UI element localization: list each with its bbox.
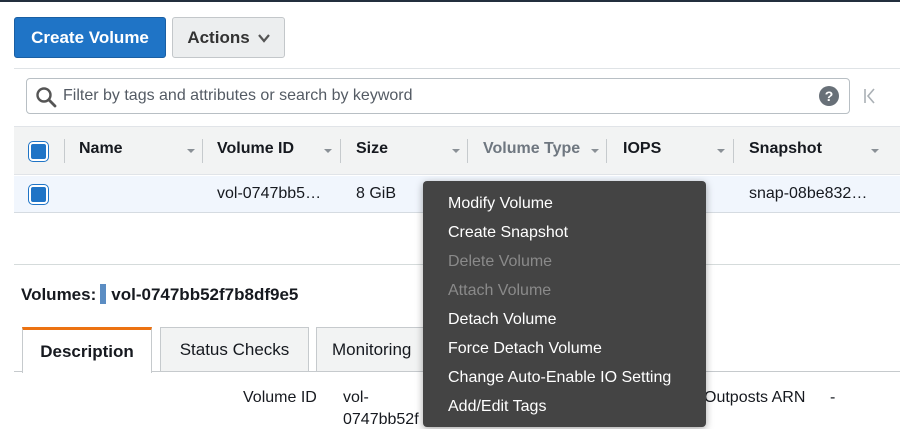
column-divider [202,139,203,163]
first-page-icon[interactable] [862,86,878,106]
tab-status-checks[interactable]: Status Checks [160,327,309,372]
outposts-arn-value: - [830,389,836,406]
sort-arrow-icon[interactable] [186,147,196,155]
sort-arrow-icon[interactable] [870,147,880,155]
actions-button[interactable]: Actions [172,17,285,58]
details-title: Volumes: vol-0747bb52f7b8df9e5 [21,284,298,305]
details-title-prefix: Volumes: [21,285,97,304]
toolbar-divider [14,68,900,69]
menu-item-change-auto-enable-io[interactable]: Change Auto-Enable IO Setting [423,363,706,392]
sort-arrow-icon[interactable] [323,147,333,155]
column-header-iops[interactable]: IOPS [623,140,661,158]
column-header-volume-id[interactable]: Volume ID [217,140,294,158]
select-all-checkbox[interactable] [29,142,48,161]
table-header: Name Volume ID Size Volume Type IOPS Sna… [14,126,900,175]
title-accent-bar [100,284,107,304]
menu-item-force-detach-volume[interactable]: Force Detach Volume [423,334,706,363]
details-title-id: vol-0747bb52f7b8df9e5 [111,285,299,304]
create-volume-label: Create Volume [31,27,149,47]
cell-volume-id: vol-0747bb5… [217,185,322,202]
tab-description[interactable]: Description [22,327,152,373]
tab-monitoring-label: Monitoring [332,339,412,359]
column-divider [606,139,607,163]
column-header-name[interactable]: Name [79,140,123,158]
menu-item-modify-volume[interactable]: Modify Volume [423,189,706,218]
outposts-arn-label: Outposts ARN [704,389,806,406]
column-divider [733,139,734,163]
sort-arrow-icon[interactable] [590,147,600,155]
filter-box[interactable] [26,78,850,114]
column-header-size[interactable]: Size [356,140,388,158]
chevron-down-icon [257,33,270,43]
search-icon [36,87,57,108]
menu-item-detach-volume[interactable]: Detach Volume [423,305,706,334]
volume-id-value-line1: vol- [343,389,369,406]
column-divider [340,139,341,163]
menu-item-create-snapshot[interactable]: Create Snapshot [423,218,706,247]
column-header-volume-type[interactable]: Volume Type [483,140,580,158]
cell-size: 8 GiB [356,185,397,202]
sort-arrow-icon[interactable] [716,147,726,155]
row-checkbox[interactable] [29,185,48,204]
filter-input[interactable] [63,83,823,109]
help-icon[interactable]: ? [819,86,839,106]
column-divider [467,139,468,163]
menu-item-add-edit-tags[interactable]: Add/Edit Tags [423,392,706,421]
column-divider [64,139,65,163]
menu-item-delete-volume: Delete Volume [448,253,553,270]
volume-id-label: Volume ID [243,389,317,406]
context-menu: Modify Volume Create Snapshot Delete Vol… [423,181,706,427]
actions-label: Actions [187,27,250,47]
tab-monitoring[interactable]: Monitoring [316,327,436,372]
top-bar [0,0,900,2]
tab-status-checks-label: Status Checks [179,339,290,359]
menu-item-attach-volume: Attach Volume [448,282,552,299]
column-header-snapshot[interactable]: Snapshot [749,140,822,158]
create-volume-button[interactable]: Create Volume [14,17,166,58]
volume-id-value-line2: 0747bb52f [343,411,419,428]
cell-snapshot: snap-08be832… [749,185,868,202]
tab-description-label: Description [40,341,134,361]
sort-arrow-icon[interactable] [451,147,461,155]
